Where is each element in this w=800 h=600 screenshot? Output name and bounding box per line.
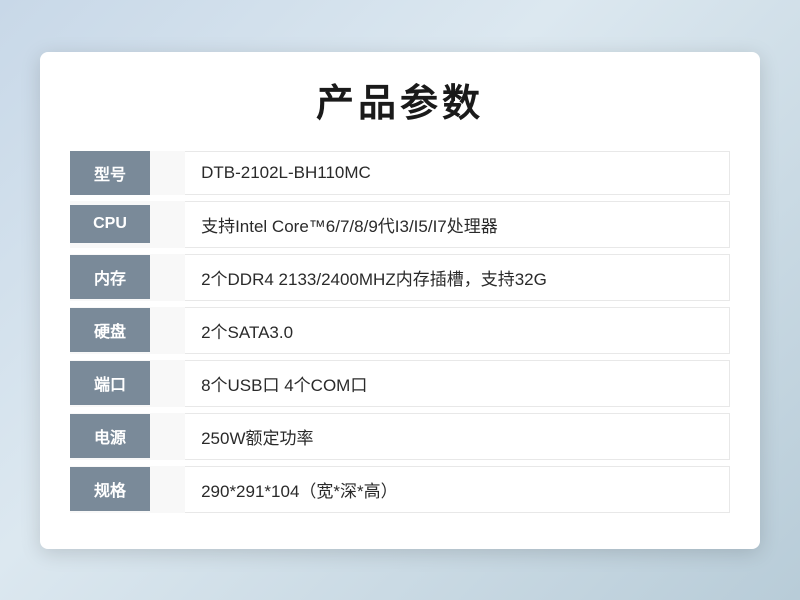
spec-label-ports: 端口 [70,360,185,407]
spec-value-power: 250W额定功率 [185,413,730,460]
spec-value-cpu: 支持Intel Core™6/7/8/9代I3/I5/I7处理器 [185,201,730,248]
spec-value-model: DTB-2102L-BH110MC [185,151,730,195]
spec-label-text-model: 型号 [70,151,150,195]
spec-label-text-power: 电源 [70,414,150,458]
spec-label-model: 型号 [70,151,185,195]
spec-label-text-ports: 端口 [70,361,150,405]
table-row: 端口 8个USB口 4个COM口 [70,360,730,407]
table-row: CPU 支持Intel Core™6/7/8/9代I3/I5/I7处理器 [70,201,730,248]
spec-label-text-memory: 内存 [70,255,150,299]
table-row: 规格 290*291*104（宽*深*高） [70,466,730,513]
table-row: 型号 DTB-2102L-BH110MC [70,151,730,195]
spec-label-text-storage: 硬盘 [70,308,150,352]
spec-value-memory: 2个DDR4 2133/2400MHZ内存插槽，支持32G [185,254,730,301]
table-row: 电源 250W额定功率 [70,413,730,460]
spec-value-size: 290*291*104（宽*深*高） [185,466,730,513]
spec-label-memory: 内存 [70,254,185,301]
spec-label-cpu: CPU [70,201,185,248]
spec-label-size: 规格 [70,466,185,513]
product-specs-card: 产品参数 型号 DTB-2102L-BH110MC CPU 支持Intel Cor… [40,52,760,549]
table-row: 硬盘 2个SATA3.0 [70,307,730,354]
spec-label-text-cpu: CPU [70,205,150,243]
table-row: 内存 2个DDR4 2133/2400MHZ内存插槽，支持32G [70,254,730,301]
spec-label-storage: 硬盘 [70,307,185,354]
spec-label-power: 电源 [70,413,185,460]
spec-table: 型号 DTB-2102L-BH110MC CPU 支持Intel Core™6/7… [70,145,730,519]
page-title: 产品参数 [70,72,730,127]
spec-label-text-size: 规格 [70,467,150,511]
spec-value-storage: 2个SATA3.0 [185,307,730,354]
spec-value-ports: 8个USB口 4个COM口 [185,360,730,407]
